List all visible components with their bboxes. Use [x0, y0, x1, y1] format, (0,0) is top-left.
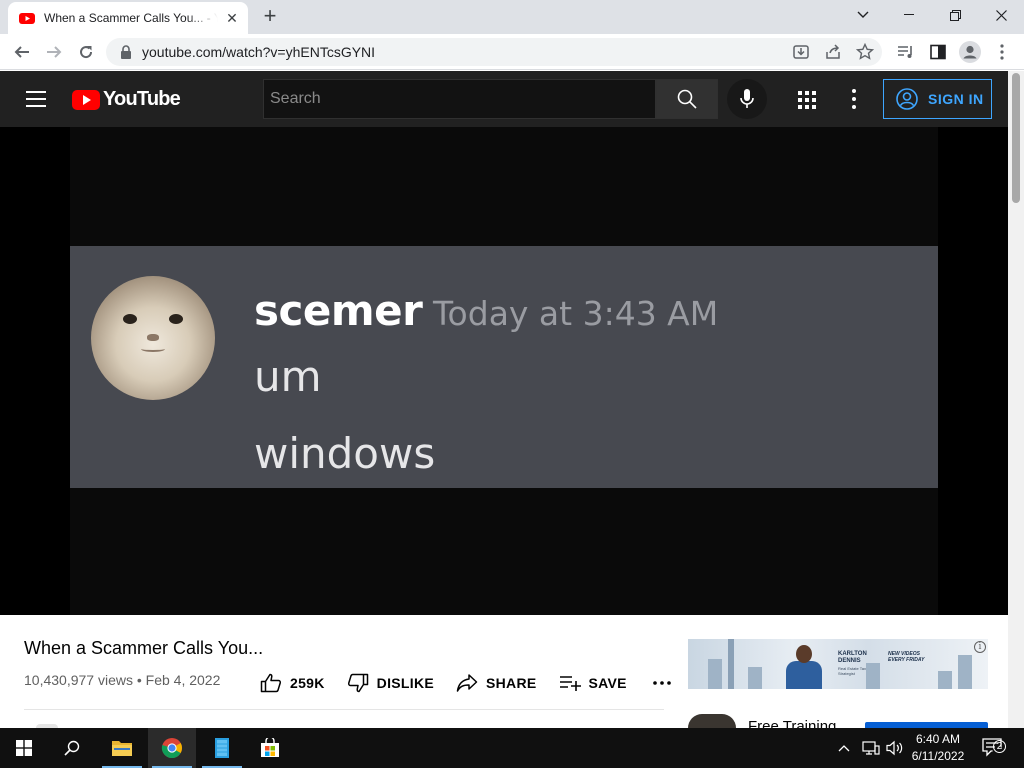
media-control-icon[interactable] — [892, 38, 920, 66]
close-window-icon[interactable] — [978, 0, 1024, 30]
profile-avatar-icon[interactable] — [956, 38, 984, 66]
youtube-favicon-icon — [19, 13, 35, 24]
logo-text: YouTube — [103, 88, 181, 110]
chrome-taskbar-button[interactable] — [148, 728, 196, 768]
search-button[interactable] — [656, 79, 718, 119]
search-placeholder: Search — [270, 90, 321, 107]
show-hidden-icons[interactable] — [838, 728, 850, 768]
thumbs-down-icon — [347, 673, 368, 693]
network-icon[interactable] — [862, 728, 880, 768]
save-button[interactable]: SAVE — [559, 675, 627, 691]
ad-banner[interactable]: KARLTON DENNIS Real Estate Tax Strategis… — [688, 639, 988, 689]
side-panel-icon[interactable] — [924, 38, 952, 66]
notepad-taskbar-button[interactable] — [198, 728, 246, 768]
browser-tab[interactable]: When a Scammer Calls You... - YouTube ✕ — [8, 2, 248, 34]
bookmark-star-icon[interactable] — [856, 43, 874, 61]
recommendation-title[interactable]: Free Training — [748, 718, 836, 728]
install-icon[interactable] — [792, 43, 810, 61]
search-input[interactable]: Search — [263, 79, 656, 119]
message-line-2: windows — [254, 429, 436, 478]
youtube-masthead: YouTube Search SIGN IN — [0, 71, 1008, 127]
apps-grid-icon[interactable] — [798, 91, 816, 109]
minimize-icon[interactable] — [886, 0, 932, 30]
message-line-1: um — [254, 352, 322, 401]
dislike-button[interactable]: DISLIKE — [347, 673, 434, 693]
dislike-label: DISLIKE — [376, 675, 434, 691]
clock-time: 6:40 AM — [915, 732, 961, 746]
cat-avatar-image — [91, 276, 215, 400]
file-explorer-button[interactable] — [98, 728, 146, 768]
reload-icon[interactable] — [72, 38, 100, 66]
windows-taskbar: 6:40 AM 6/11/2022 2 — [0, 728, 1024, 768]
start-button[interactable] — [0, 728, 48, 768]
ad-info-icon[interactable]: i — [974, 641, 986, 653]
chevron-up-icon — [838, 745, 850, 752]
chat-message-card: scemer Today at 3:43 AM um windows — [70, 246, 938, 488]
more-actions-button[interactable] — [653, 681, 679, 685]
video-views-date: 10,430,977 views • Feb 4, 2022 — [24, 672, 221, 688]
url-text: youtube.com/watch?v=yhENTcsGYNI — [142, 44, 376, 60]
tab-title: When a Scammer Calls You... - YouTube — [44, 11, 218, 25]
search-icon — [64, 740, 80, 756]
clock-date: 6/11/2022 — [911, 749, 965, 763]
video-actions: 259K DISLIKE SHARE SAVE — [260, 673, 679, 693]
like-count: 259K — [290, 675, 325, 691]
thumbs-up-icon — [260, 673, 282, 693]
settings-more-icon[interactable] — [852, 89, 856, 109]
sign-in-label: SIGN IN — [928, 91, 984, 107]
tab-search-icon[interactable] — [840, 0, 886, 30]
message-timestamp: Today at 3:43 AM — [433, 294, 719, 333]
notification-count: 2 — [993, 740, 1006, 753]
chrome-icon — [161, 738, 183, 759]
share-button[interactable]: SHARE — [456, 673, 537, 693]
share-arrow-icon — [456, 674, 478, 692]
add-to-playlist-icon — [559, 676, 581, 691]
recommendation-thumbnail[interactable] — [688, 714, 736, 728]
restore-icon[interactable] — [932, 0, 978, 30]
video-player[interactable]: scemer Today at 3:43 AM um windows — [0, 127, 1008, 615]
sign-in-button[interactable]: SIGN IN — [883, 79, 992, 119]
search-icon — [677, 89, 697, 109]
account-circle-icon — [896, 88, 918, 110]
page-scrollbar[interactable] — [1008, 71, 1024, 728]
share-page-icon[interactable] — [824, 43, 842, 61]
forward-icon[interactable] — [40, 38, 68, 66]
menu-icon[interactable] — [26, 91, 46, 107]
taskbar-search-button[interactable] — [48, 728, 96, 768]
browser-toolbar: youtube.com/watch?v=yhENTcsGYNI — [0, 34, 1024, 70]
folder-icon — [112, 741, 132, 756]
address-bar[interactable]: youtube.com/watch?v=yhENTcsGYNI — [106, 38, 882, 66]
new-tab-icon[interactable]: + — [258, 5, 282, 29]
youtube-logo[interactable]: YouTube — [72, 88, 181, 111]
action-center-button[interactable]: 2 — [982, 728, 1006, 768]
browser-menu-icon[interactable] — [988, 38, 1016, 66]
share-label: SHARE — [486, 675, 537, 691]
divider — [24, 709, 664, 710]
microphone-icon — [740, 89, 754, 108]
windows-logo-icon — [16, 740, 32, 756]
message-username: scemer — [254, 286, 423, 335]
taskbar-clock[interactable]: 6:40 AM 6/11/2022 — [905, 731, 971, 765]
like-button[interactable]: 259K — [260, 673, 325, 693]
ad-brand: KARLTON DENNIS — [838, 651, 867, 664]
volume-icon[interactable] — [886, 728, 904, 768]
save-label: SAVE — [588, 675, 627, 691]
scrollbar-thumb[interactable] — [1012, 73, 1020, 203]
notepad-icon — [215, 738, 229, 758]
tab-close-icon[interactable]: ✕ — [224, 10, 240, 26]
lock-icon — [121, 45, 131, 59]
video-title: When a Scammer Calls You... — [24, 638, 264, 658]
back-icon[interactable] — [8, 38, 36, 66]
voice-search-button[interactable] — [727, 79, 767, 119]
store-bag-icon — [261, 738, 279, 757]
ad-promo: NEW VIDEOS EVERY FRIDAY — [888, 651, 925, 663]
ad-person-image — [784, 645, 824, 689]
youtube-play-icon — [72, 89, 100, 110]
ad-subtitle: Real Estate Tax Strategist — [838, 666, 866, 676]
browser-tab-strip: When a Scammer Calls You... - YouTube ✕ … — [0, 0, 1024, 34]
store-taskbar-button[interactable] — [246, 728, 294, 768]
more-horizontal-icon — [653, 681, 671, 685]
